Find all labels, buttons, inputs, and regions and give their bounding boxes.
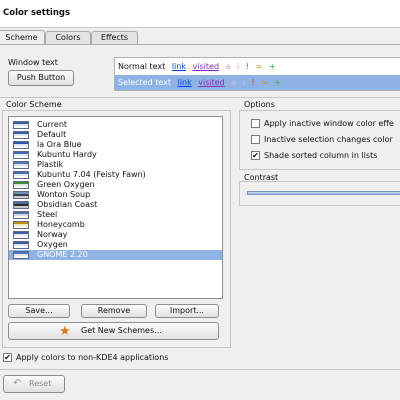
tab-colors-label: Colors: [55, 33, 81, 42]
shade-sorted-label: Shade sorted column in lists: [264, 151, 378, 160]
scheme-item-green-oxygen[interactable]: Green Oxygen: [9, 180, 222, 190]
scheme-item-norway[interactable]: Norway: [9, 230, 222, 240]
scheme-item-label: Plastik: [37, 160, 64, 169]
scheme-preview-icon: [13, 141, 29, 149]
selected-visited: visited: [198, 78, 225, 87]
scheme-preview-icon: [13, 201, 29, 209]
get-new-schemes-label: Get New Schemes...: [81, 326, 162, 335]
selected-mark-a: a: [231, 78, 237, 87]
scheme-item-honeycomb[interactable]: Honeycomb: [9, 220, 222, 230]
title-bar: Color settings: [0, 0, 400, 28]
scheme-preview-icon: [13, 121, 29, 129]
window-title: Color settings: [3, 8, 71, 18]
tab-scheme[interactable]: Scheme: [0, 30, 45, 44]
scheme-item-label: Green Oxygen: [37, 180, 95, 189]
scheme-preview-icon: [13, 211, 29, 219]
normal-mark-bang: !: [245, 62, 250, 71]
normal-link: link: [171, 62, 186, 71]
footer-divider: [0, 369, 400, 370]
inactive-window-checkbox[interactable]: [251, 119, 260, 128]
tab-divider: [0, 44, 400, 45]
scheme-item-steel[interactable]: Steel: [9, 210, 222, 220]
scheme-item-default[interactable]: Default: [9, 130, 222, 140]
selected-mark-eq: =: [261, 78, 268, 87]
inactive-selection-label: Inactive selection changes color: [264, 135, 393, 144]
tab-effects-label: Effects: [100, 33, 129, 42]
tab-effects[interactable]: Effects: [91, 31, 138, 44]
check-icon: ✔: [4, 353, 11, 362]
scheme-preview-icon: [13, 231, 29, 239]
push-button-preview[interactable]: Push Button: [8, 70, 74, 86]
contrast-slider[interactable]: [247, 191, 400, 195]
undo-icon: ↶: [13, 378, 22, 389]
scheme-preview-icon: [13, 191, 29, 199]
scheme-item-gnome-2-20[interactable]: GNOME 2.20: [9, 250, 222, 260]
selected-link: link: [177, 78, 192, 87]
scheme-item-label: Steel: [37, 210, 58, 219]
scheme-item-label: Oxygen: [37, 240, 68, 249]
scheme-item-label: Default: [37, 130, 67, 139]
scheme-item-current[interactable]: Current: [9, 120, 222, 130]
scheme-preview-icon: [13, 221, 29, 229]
normal-mark-a: a: [225, 62, 231, 71]
selected-text: Selected text: [118, 78, 172, 87]
reset-button[interactable]: ↶ Reset: [3, 375, 65, 393]
text-preview: Normal text link visited a i ! = + Selec…: [114, 57, 400, 91]
scheme-preview-icon: [13, 151, 29, 159]
scheme-preview-icon: [13, 241, 29, 249]
scheme-item-label: Honeycomb: [37, 220, 85, 229]
remove-scheme-button[interactable]: Remove: [81, 304, 147, 318]
apply-non-kde-checkbox[interactable]: ✔: [3, 353, 12, 362]
scheme-item-label: Kubuntu 7.04 (Feisty Fawn): [37, 170, 146, 179]
tab-bar: Scheme Colors Effects: [0, 30, 400, 45]
tab-scheme-label: Scheme: [5, 33, 38, 42]
normal-mark-i: i: [237, 62, 240, 71]
scheme-item-obsidian-coast[interactable]: Obsidian Coast: [9, 200, 222, 210]
selected-mark-plus: +: [274, 78, 282, 87]
scheme-list[interactable]: Current Default la Ora Blue Kubuntu Hard…: [8, 116, 223, 299]
scheme-item-label: la Ora Blue: [37, 140, 82, 149]
scheme-item-plastik[interactable]: Plastik: [9, 160, 222, 170]
selected-text-row: Selected text link visited a i ! = +: [115, 75, 400, 90]
tab-colors[interactable]: Colors: [45, 31, 91, 44]
selected-mark-bang: !: [251, 78, 255, 87]
inactive-window-label: Apply inactive window color effe: [264, 119, 394, 128]
normal-visited: visited: [192, 62, 220, 71]
window-text-label: Window text: [8, 58, 58, 67]
scheme-item-la-ora-blue[interactable]: la Ora Blue: [9, 140, 222, 150]
normal-text: Normal text: [118, 62, 166, 71]
scheme-item-label: Wonton Soup: [37, 190, 91, 199]
normal-mark-plus: +: [268, 62, 276, 71]
scheme-preview-icon: [13, 161, 29, 169]
import-scheme-button[interactable]: Import...: [155, 304, 219, 318]
save-scheme-button[interactable]: Save...: [8, 304, 70, 318]
scheme-item-wonton-soup[interactable]: Wonton Soup: [9, 190, 222, 200]
scheme-item-label: Current: [37, 120, 68, 129]
scheme-item-label: Obsidian Coast: [37, 200, 98, 209]
section-divider: [0, 97, 400, 98]
get-new-schemes-button[interactable]: ★ Get New Schemes...: [8, 322, 219, 340]
scheme-item-label: Norway: [37, 230, 68, 239]
scheme-item-oxygen[interactable]: Oxygen: [9, 240, 222, 250]
shade-sorted-checkbox[interactable]: ✔: [251, 151, 260, 160]
normal-text-row: Normal text link visited a i ! = +: [115, 59, 400, 74]
scheme-preview-icon: [13, 131, 29, 139]
scheme-preview-icon: [13, 251, 29, 259]
scheme-item-label: GNOME 2.20: [37, 250, 88, 259]
color-scheme-title: Color Scheme: [6, 100, 62, 109]
check-icon: ✔: [252, 151, 259, 160]
scheme-preview-icon: [13, 171, 29, 179]
scheme-item-kubuntu-feisty[interactable]: Kubuntu 7.04 (Feisty Fawn): [9, 170, 222, 180]
selected-mark-i: i: [242, 78, 245, 87]
normal-mark-eq: =: [255, 62, 263, 71]
star-icon: ★: [59, 324, 71, 339]
scheme-preview-icon: [13, 181, 29, 189]
reset-label: Reset: [29, 379, 52, 388]
scheme-item-label: Kubuntu Hardy: [37, 150, 97, 159]
options-title: Options: [244, 100, 275, 109]
inactive-selection-checkbox[interactable]: [251, 135, 260, 144]
scheme-item-kubuntu-hardy[interactable]: Kubuntu Hardy: [9, 150, 222, 160]
apply-non-kde-label: Apply colors to non-KDE4 applications: [16, 353, 169, 362]
